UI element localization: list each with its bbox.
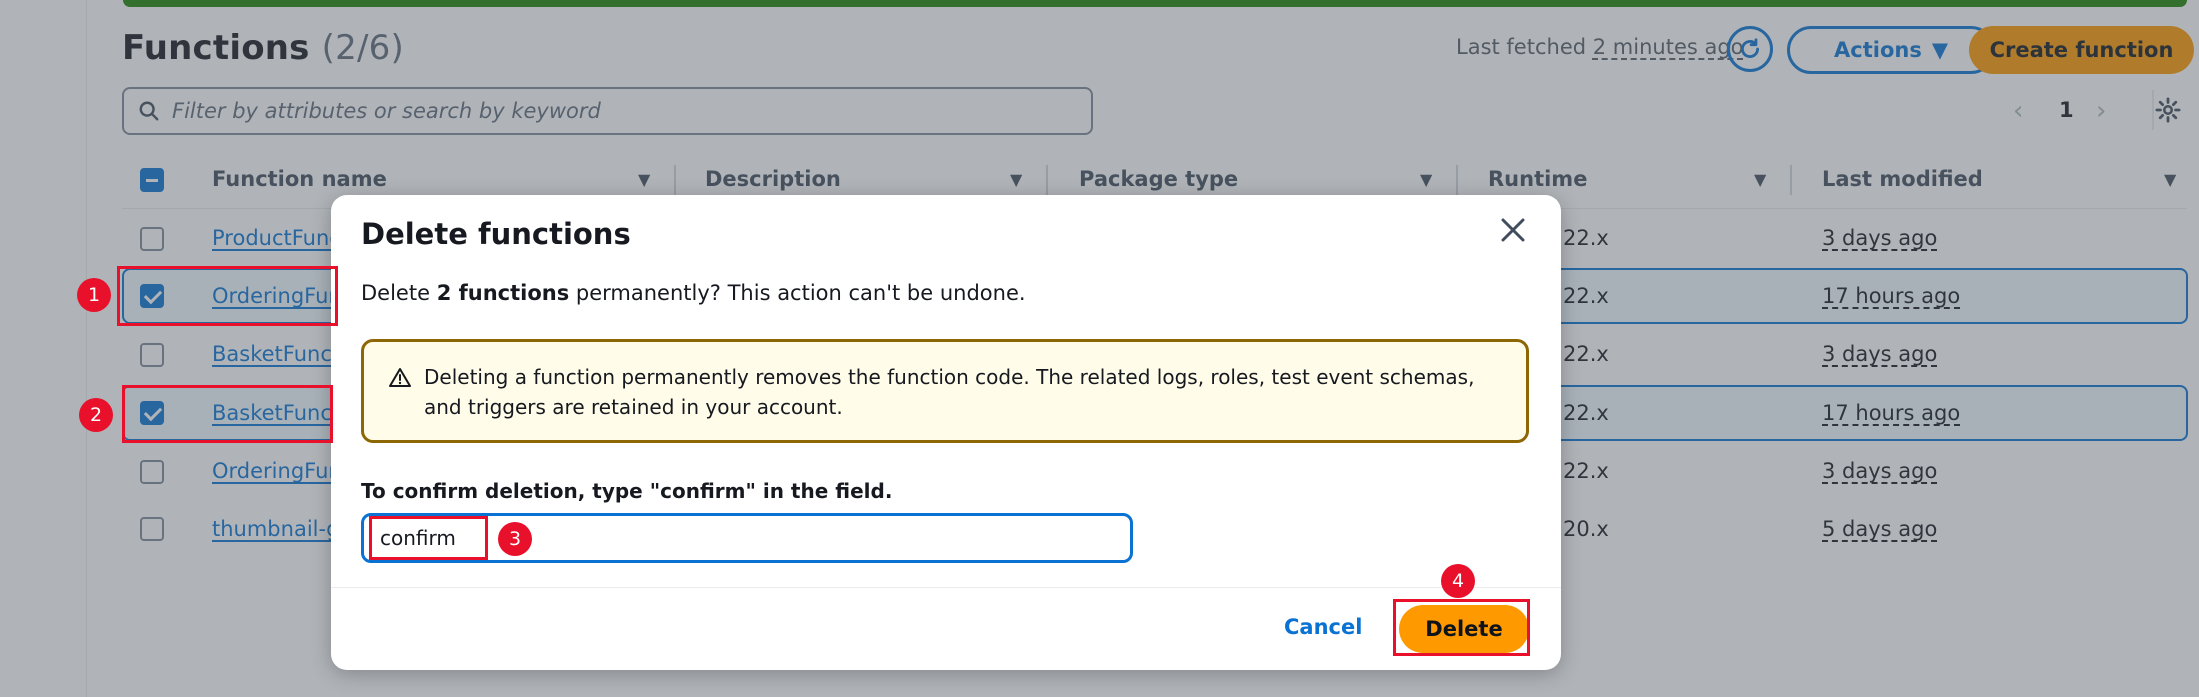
modal-footer-divider bbox=[331, 587, 1561, 588]
annotation-box bbox=[117, 266, 338, 326]
annotation-box bbox=[369, 516, 488, 560]
annotation-badge: 2 bbox=[79, 398, 113, 432]
warning-text: Deleting a function permanently removes … bbox=[424, 365, 1475, 419]
annotation-badge: 4 bbox=[1441, 564, 1475, 598]
warning-icon bbox=[388, 366, 412, 394]
confirm-field-label: To confirm deletion, type "confirm" in t… bbox=[361, 479, 893, 503]
cancel-button[interactable]: Cancel bbox=[1284, 615, 1362, 639]
modal-text-prefix: Delete bbox=[361, 281, 430, 305]
annotation-box bbox=[122, 385, 333, 443]
delete-functions-modal: Delete functions Delete 2 functions perm… bbox=[331, 195, 1561, 670]
modal-description: Delete 2 functions permanently? This act… bbox=[361, 281, 1026, 305]
annotation-box bbox=[1393, 599, 1530, 656]
annotation-badge: 1 bbox=[77, 278, 111, 312]
close-icon[interactable] bbox=[1498, 215, 1528, 249]
warning-alert: Deleting a function permanently removes … bbox=[361, 339, 1529, 443]
modal-title: Delete functions bbox=[361, 217, 631, 251]
modal-text-suffix: permanently? This action can't be undone… bbox=[575, 281, 1026, 305]
modal-text-count: 2 functions bbox=[436, 281, 570, 305]
annotation-badge: 3 bbox=[498, 522, 532, 556]
